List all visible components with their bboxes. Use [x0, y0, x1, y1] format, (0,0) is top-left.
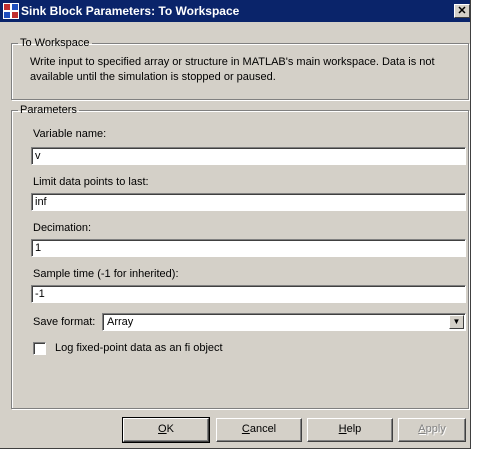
chevron-down-icon[interactable]: ▼ — [449, 315, 464, 329]
simulink-block-icon — [3, 3, 19, 19]
limit-data-points-input[interactable]: inf — [31, 193, 466, 211]
dialog-window: Sink Block Parameters: To Workspace ✕ To… — [0, 0, 471, 449]
log-fixed-point-label[interactable]: Log fixed-point data as an fi object — [55, 342, 223, 354]
close-button[interactable]: ✕ — [454, 4, 470, 18]
apply-label: pply — [425, 423, 446, 435]
save-format-select[interactable]: Array ▼ — [102, 313, 466, 331]
title-bar[interactable]: Sink Block Parameters: To Workspace ✕ — [0, 0, 470, 22]
cancel-button[interactable]: Cancel — [216, 418, 302, 442]
variable-name-input[interactable]: v — [31, 147, 466, 165]
decimation-label: Decimation: — [33, 222, 92, 234]
ok-button[interactable]: OK — [122, 417, 210, 443]
apply-mnemonic: A — [418, 423, 426, 435]
block-description: Write input to specified array or struct… — [30, 56, 435, 83]
sample-time-input[interactable]: -1 — [31, 285, 466, 303]
window-title: Sink Block Parameters: To Workspace — [21, 4, 240, 18]
log-fixed-point-checkbox[interactable] — [33, 342, 46, 355]
close-icon: ✕ — [457, 5, 467, 17]
limit-data-points-label: Limit data points to last: — [33, 176, 149, 188]
ok-mnemonic: O — [158, 423, 167, 435]
cancel-label: ancel — [249, 423, 277, 435]
help-button[interactable]: Help — [307, 418, 393, 442]
ok-label: K — [166, 423, 174, 435]
decimation-input[interactable]: 1 — [31, 239, 466, 257]
variable-name-label: Variable name: — [33, 128, 107, 140]
apply-button[interactable]: Apply — [398, 418, 466, 442]
help-label: elp — [346, 423, 362, 435]
save-format-label: Save format: — [33, 316, 96, 328]
save-format-value: Array — [107, 316, 134, 328]
parameters-group-label: Parameters — [20, 104, 77, 116]
sample-time-label: Sample time (-1 for inherited): — [33, 268, 179, 280]
help-mnemonic: H — [338, 423, 347, 435]
cancel-mnemonic: C — [241, 423, 250, 435]
block-info-group-label: To Workspace — [20, 37, 90, 49]
